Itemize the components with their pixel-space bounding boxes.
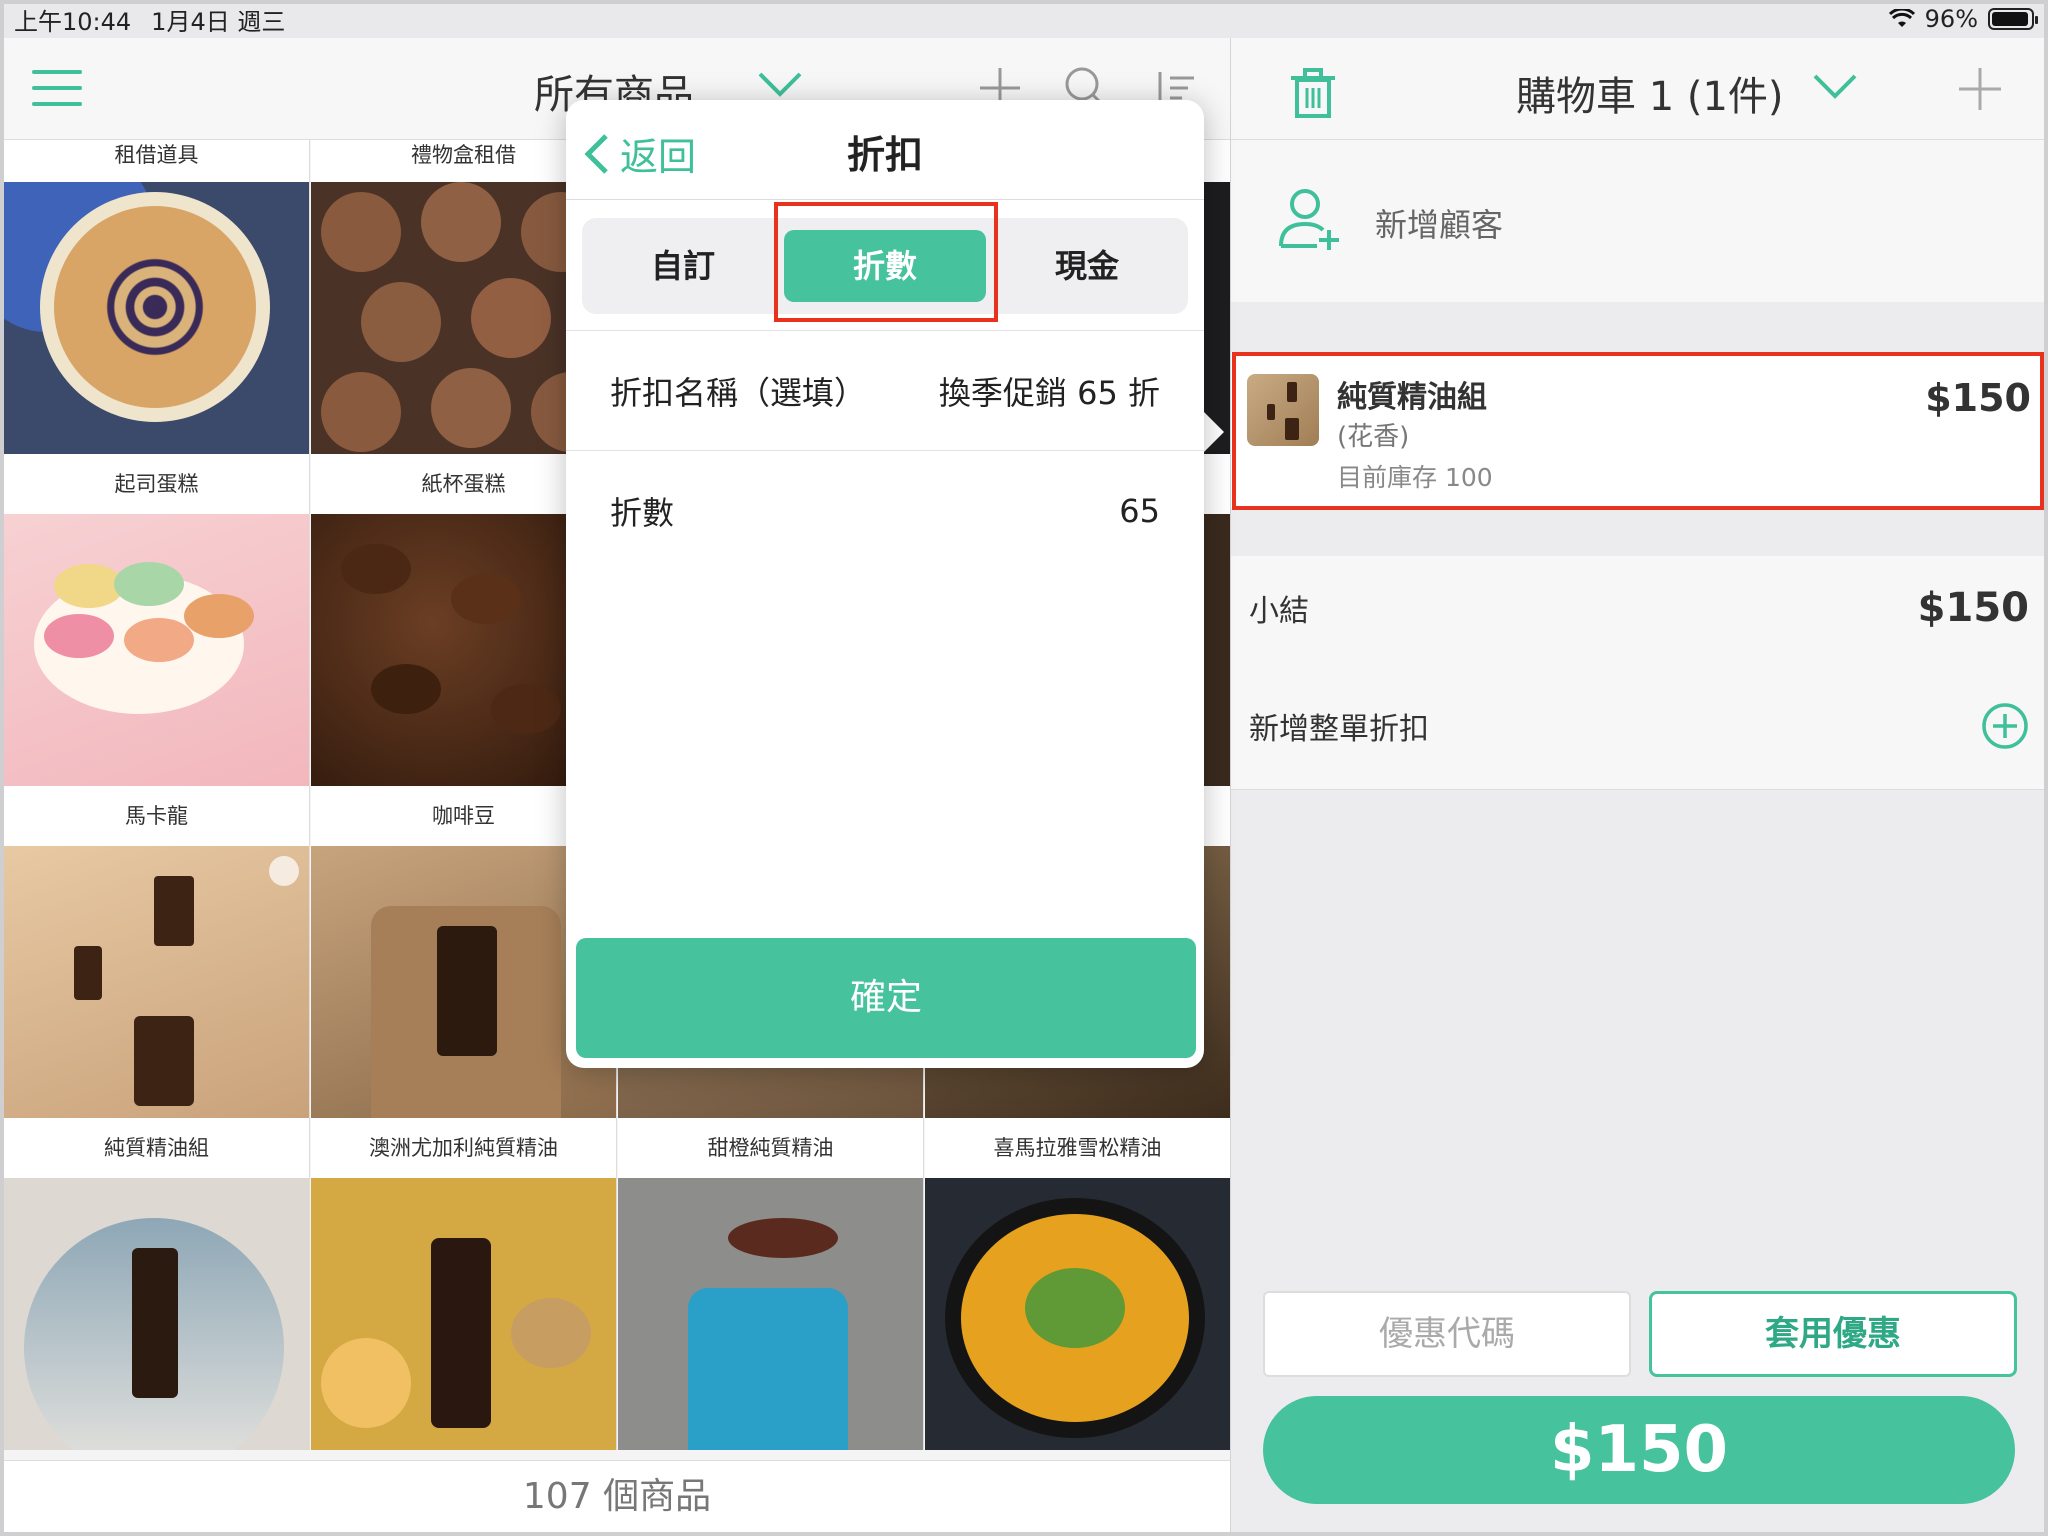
discount-rate-label: 折數: [610, 493, 675, 532]
status-bar: 上午10:44 1月4日 週三 96%: [0, 0, 2048, 38]
add-customer-button[interactable]: 新增顧客: [1231, 140, 2045, 302]
cart-item-stock: 目前庫存 100: [1337, 463, 1493, 492]
product-image-soup: [925, 1178, 1230, 1450]
popover-header: 返回 折扣: [566, 100, 1204, 200]
product-image-fashion: [618, 1178, 923, 1450]
wifi-icon: [1888, 9, 1915, 27]
product-card[interactable]: 租借道具 起司蛋糕 馬卡龍 純質精油組: [4, 140, 310, 1450]
cart-title[interactable]: 購物車 1 (1件): [1516, 64, 1784, 122]
cart-item-price: $150: [1925, 376, 2031, 420]
product-label: 澳洲尤加利純質精油: [311, 1118, 616, 1178]
order-discount-label: 新增整單折扣: [1249, 712, 1429, 747]
battery-icon: [1988, 8, 2038, 30]
discount-popover: 返回 折扣 自訂 折數 現金 折扣名稱（選填） 換季促銷 65 折 折數 65 …: [566, 100, 1204, 1068]
add-circle-icon[interactable]: [1981, 702, 2029, 750]
tab-percentage[interactable]: 折數: [784, 230, 986, 302]
discount-name-label: 折扣名稱（選填）: [610, 373, 867, 412]
status-date: 1月4日 週三: [151, 7, 286, 36]
add-user-icon: [1279, 189, 1339, 250]
product-image-body-oil: [311, 1178, 616, 1450]
tab-cash[interactable]: 現金: [986, 218, 1188, 314]
trash-icon[interactable]: [1291, 68, 1335, 118]
product-count: 107 個商品: [4, 1460, 1230, 1532]
add-cart-icon[interactable]: [1957, 66, 2003, 112]
status-time: 上午10:44: [14, 7, 132, 36]
cart-item-variant: (花香): [1337, 422, 1410, 452]
product-label: 喜馬拉雅雪松精油: [925, 1118, 1230, 1178]
discount-rate-field[interactable]: 折數 65: [566, 450, 1204, 570]
confirm-button[interactable]: 確定: [576, 938, 1196, 1058]
discount-type-segment: 自訂 折數 現金: [582, 218, 1188, 314]
product-label: 甜橙純質精油: [618, 1118, 923, 1178]
product-label: 起司蛋糕: [4, 454, 309, 514]
add-customer-label: 新增顧客: [1375, 206, 1504, 244]
product-image-macaron: [4, 514, 309, 786]
order-discount-row[interactable]: 新增整單折扣: [1249, 696, 2029, 756]
chevron-down-icon[interactable]: [756, 66, 804, 102]
popover-arrow: [1202, 410, 1224, 454]
menu-icon[interactable]: [32, 70, 82, 106]
subtotal-label: 小結: [1249, 594, 1309, 629]
popover-title: 折扣: [846, 133, 923, 177]
product-label: 馬卡龍: [4, 786, 309, 846]
discount-name-value[interactable]: 換季促銷 65 折: [939, 368, 1160, 414]
subtotal-row: 小結 $150: [1249, 578, 2029, 638]
order-summary: 小結 $150 新增整單折扣: [1231, 556, 2045, 790]
tab-custom[interactable]: 自訂: [582, 218, 784, 314]
product-label: 租借道具: [4, 140, 309, 182]
product-image-essential-oil-set: [4, 846, 309, 1118]
subtotal-value: $150: [1917, 585, 2029, 631]
discount-name-field[interactable]: 折扣名稱（選填） 換季促銷 65 折: [566, 330, 1204, 450]
cart-panel: 購物車 1 (1件) 新增顧客 純質精油組 (花香) 目前庫存 100 $150…: [1230, 38, 2045, 1532]
discount-rate-value[interactable]: 65: [1119, 492, 1160, 530]
cart-item[interactable]: 純質精油組 (花香) 目前庫存 100 $150: [1231, 352, 2045, 508]
coupon-code-input[interactable]: 優惠代碼: [1263, 1291, 1631, 1377]
checkout-total-button[interactable]: $150: [1263, 1396, 2015, 1504]
cart-item-thumbnail: [1247, 374, 1319, 446]
cart-nav-bar: 購物車 1 (1件): [1231, 38, 2045, 140]
product-image-cheesecake: [4, 182, 309, 454]
cart-item-name: 純質精油組: [1337, 380, 1487, 415]
product-label: 純質精油組: [4, 1118, 309, 1178]
chevron-down-icon[interactable]: [1811, 68, 1859, 104]
apply-coupon-button[interactable]: 套用優惠: [1649, 1291, 2017, 1377]
battery-percent: 96%: [1924, 5, 1978, 33]
product-image-serum: [4, 1178, 309, 1450]
